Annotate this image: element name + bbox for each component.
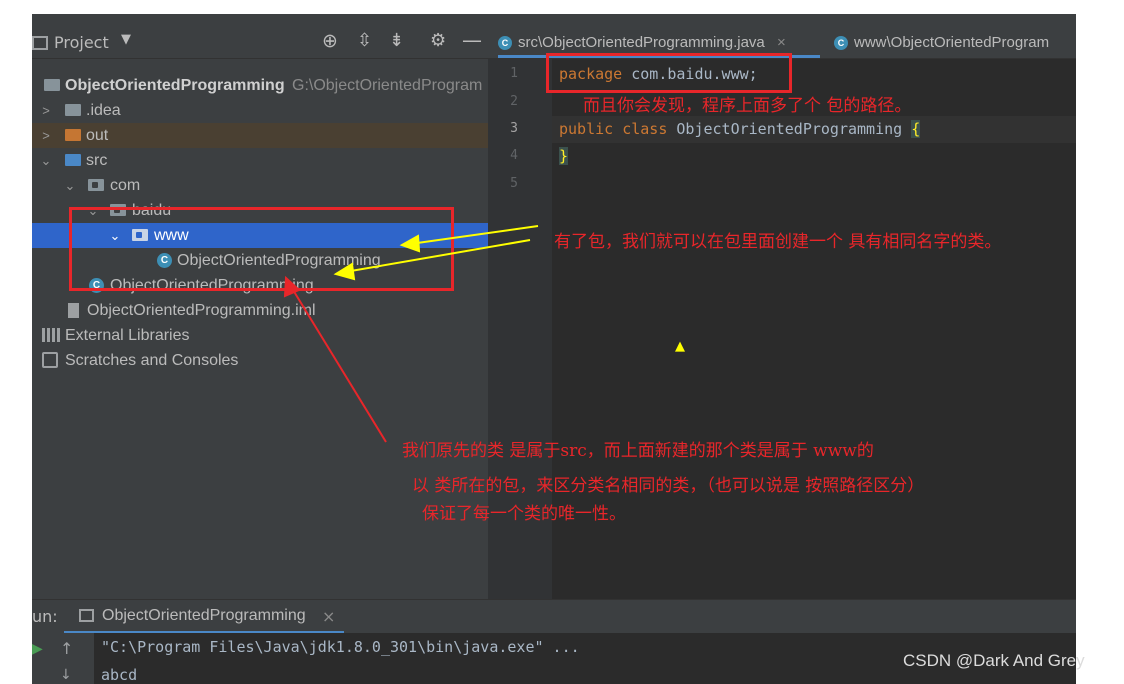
watermark: CSDN @Dark And Grey: [903, 651, 1085, 670]
annotation-note-uniqueness: 保证了每一个类的唯一性。: [422, 504, 626, 524]
yellow-arrow-line: [344, 239, 531, 273]
annotation-note-package: 而且你会发现，程序上面多了个 包的路径。: [583, 96, 912, 116]
annotation-note-package-distinguish: 以 类所在的包，来区分类名相同的类，（也可以说是 按照路径区分）: [412, 476, 925, 496]
annotation-note-src-www: 我们原先的类 是属于src，而上面新建的那个类是属于 www的: [402, 441, 874, 461]
yellow-arrowhead: [399, 234, 421, 253]
red-arrow-line: [289, 284, 387, 443]
annotation-arrows: [283, 225, 539, 443]
annotation-note-same-name: 有了包，我们就可以在包里面创建一个 具有相同名字的类。: [554, 232, 1002, 252]
yellow-arrowhead: [333, 262, 356, 281]
red-arrowhead: [283, 275, 301, 298]
